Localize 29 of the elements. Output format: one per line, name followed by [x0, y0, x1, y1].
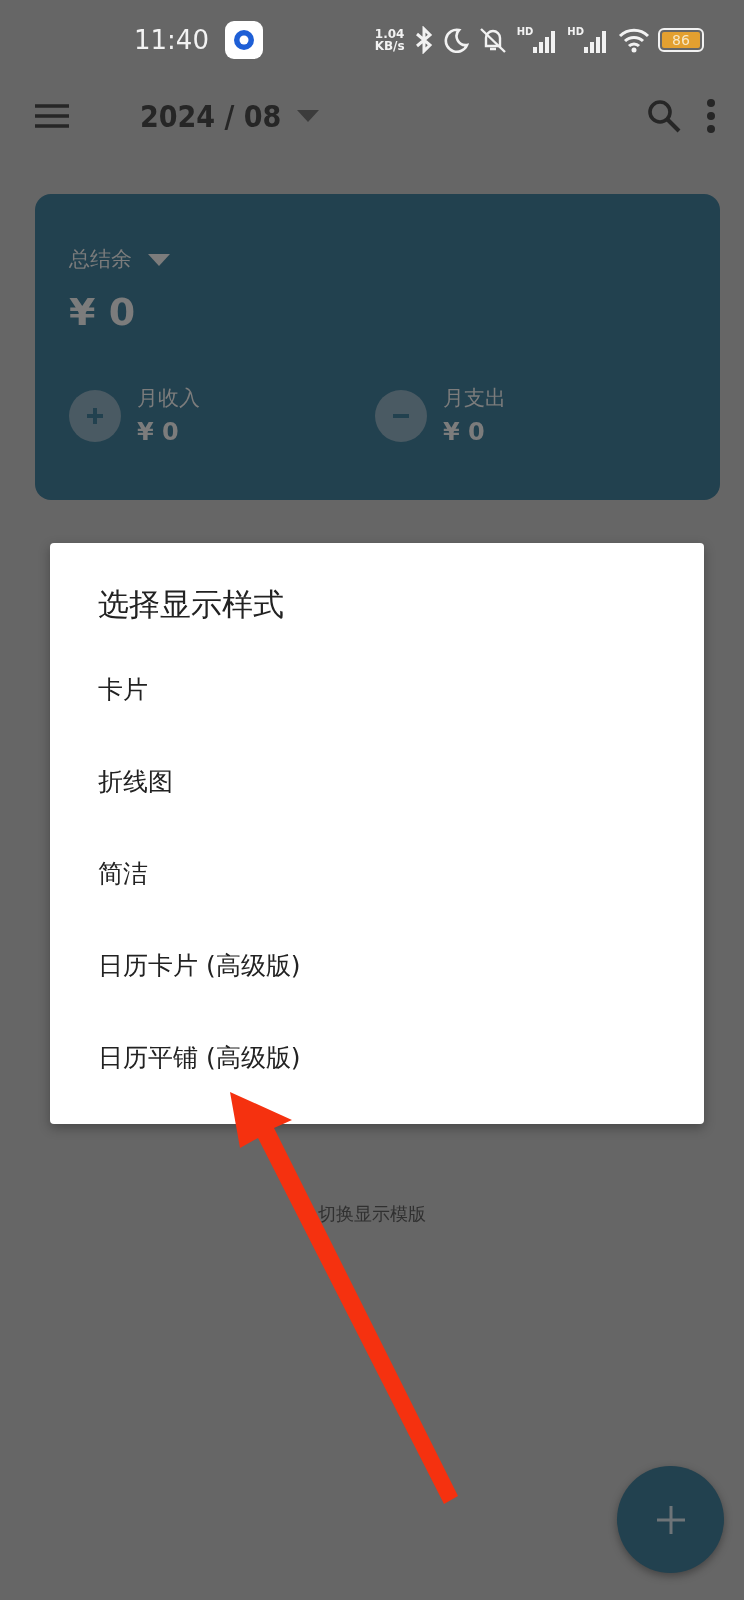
network-speed-unit: KB/s: [374, 40, 405, 52]
wifi-icon: [618, 27, 650, 53]
dropdown-caret-icon[interactable]: [297, 110, 320, 122]
dropdown-caret-icon[interactable]: [148, 253, 170, 266]
hd-label: HD: [567, 27, 584, 37]
style-option[interactable]: 卡片: [98, 670, 148, 709]
plus-icon: [655, 1504, 686, 1535]
status-time: 11:40: [134, 23, 209, 57]
network-speed: 1.04: [374, 28, 405, 40]
minus-icon: [375, 390, 427, 443]
style-option[interactable]: 日历卡片 (高级版): [98, 946, 301, 985]
hd-label: HD: [516, 27, 534, 37]
style-option[interactable]: 折线图: [98, 762, 173, 801]
menu-icon[interactable]: [34, 103, 70, 129]
search-icon[interactable]: [646, 98, 682, 134]
plus-icon: [69, 390, 121, 443]
battery-level: 86: [662, 32, 700, 48]
dialog-title: 选择显示样式: [97, 585, 285, 624]
style-option[interactable]: 简洁: [98, 854, 148, 893]
expense-amount: ¥ 0: [443, 417, 486, 448]
add-button[interactable]: [617, 1466, 724, 1573]
more-options-icon[interactable]: [706, 99, 716, 133]
balance-amount: ¥ 0: [69, 288, 137, 336]
moon-icon: [442, 27, 469, 53]
income-amount: ¥ 0: [137, 417, 180, 448]
app-notification-icon: [224, 21, 263, 59]
style-option[interactable]: 日历平铺 (高级版): [98, 1038, 301, 1077]
income-label: 月收入: [137, 384, 200, 412]
expense-label: 月支出: [443, 384, 506, 412]
